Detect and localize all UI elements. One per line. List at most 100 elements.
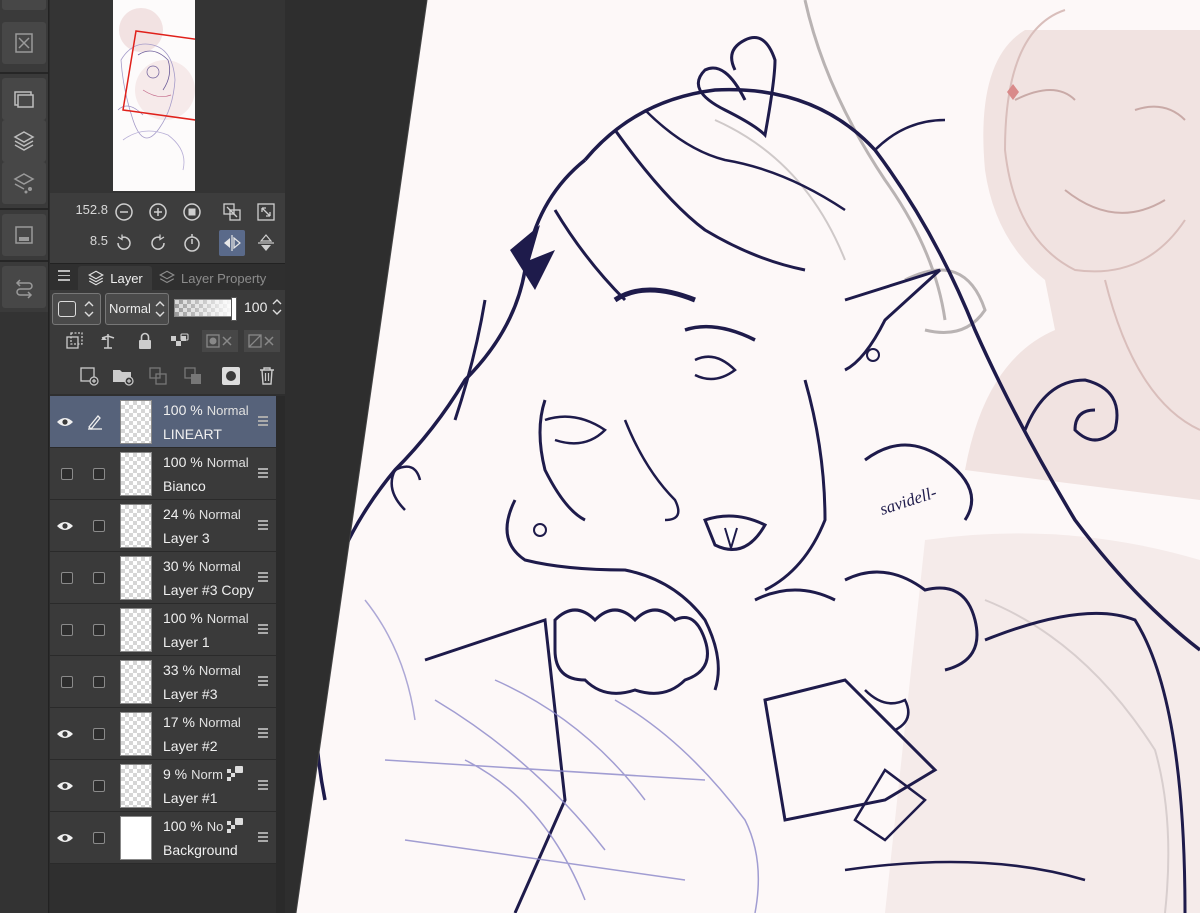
visibility-checkbox[interactable]: [61, 468, 73, 480]
ruler-enable-icon[interactable]: [244, 330, 280, 352]
layer-name: LINEART: [163, 426, 222, 442]
edit-target-checkbox[interactable]: [93, 520, 105, 532]
layer-color-selector[interactable]: [52, 293, 101, 325]
toolstrip-top-button[interactable]: [2, 0, 46, 10]
layer-opacity: 17 %: [163, 714, 195, 730]
navigator-thumbnail[interactable]: [113, 0, 195, 191]
tab-layer[interactable]: Layer: [78, 266, 152, 290]
layer-property-icon[interactable]: [2, 162, 46, 204]
visibility-checkbox[interactable]: [61, 624, 73, 636]
layer-opacity-mode: 100 % Normal: [163, 402, 249, 418]
tab-layer-property[interactable]: Layer Property: [158, 266, 282, 290]
layer-row[interactable]: 100 % Normal Layer 1: [50, 604, 276, 656]
zoom-value[interactable]: 152.8: [58, 202, 108, 217]
layer-thumbnail: [120, 504, 152, 548]
opacity-stepper-icon[interactable]: [271, 296, 283, 318]
merge-down-icon[interactable]: [182, 365, 204, 387]
material-icon[interactable]: [2, 214, 46, 256]
navigator-controls: 152.8 8.5: [50, 193, 285, 264]
new-raster-layer-icon[interactable]: [78, 365, 100, 387]
visibility-eye-icon[interactable]: [56, 725, 74, 743]
layer-name: Layer #1: [163, 790, 218, 806]
layer-opacity-mode: 33 % Normal: [163, 662, 241, 678]
zoom-in-icon[interactable]: [145, 199, 171, 225]
layer-opacity-mode: 9 % Norm: [163, 766, 223, 782]
layer-name: Layer 1: [163, 634, 210, 650]
close-doc-icon[interactable]: [2, 22, 46, 64]
visibility-eye-icon[interactable]: [56, 777, 74, 795]
drawing-canvas[interactable]: savidell-: [285, 0, 1200, 913]
layer-name: Layer #3: [163, 686, 218, 702]
layer-row[interactable]: 30 % Normal Layer #3 Copy: [50, 552, 276, 604]
lock-transparency-icon[interactable]: [169, 330, 191, 352]
pen-edit-icon[interactable]: [86, 412, 104, 435]
reset-rotation-icon[interactable]: [179, 230, 205, 256]
layer-name: Layer 3: [163, 530, 210, 546]
clip-to-layer-below-icon[interactable]: [64, 330, 86, 352]
fit-icon[interactable]: [219, 199, 245, 225]
layer-opacity-mode: 17 % Normal: [163, 714, 241, 730]
edit-target-checkbox[interactable]: [93, 780, 105, 792]
transfer-to-lower-layer-icon[interactable]: [147, 365, 169, 387]
layer-property-tab-icon: [159, 270, 175, 284]
opacity-value[interactable]: 100: [244, 299, 267, 315]
panel-tabs: Layer Layer Property: [50, 266, 285, 290]
layer-blend-mode: Normal: [206, 611, 249, 626]
layer-menu-icon[interactable]: [258, 728, 268, 740]
layer-row[interactable]: 33 % Normal Layer #3: [50, 656, 276, 708]
layers-icon[interactable]: [2, 120, 46, 162]
lock-icon[interactable]: [134, 330, 156, 352]
visibility-eye-icon[interactable]: [56, 413, 74, 431]
fullscreen-icon[interactable]: [253, 199, 279, 225]
delete-layer-icon[interactable]: [256, 365, 278, 387]
flip-vertical-icon[interactable]: [253, 230, 279, 256]
edit-target-checkbox[interactable]: [93, 728, 105, 740]
zoom-out-icon[interactable]: [111, 199, 137, 225]
rotation-value[interactable]: 8.5: [58, 233, 108, 248]
layer-menu-icon[interactable]: [258, 832, 268, 844]
layer-row[interactable]: 100 % No Background: [50, 812, 276, 864]
edit-target-checkbox[interactable]: [93, 832, 105, 844]
layer-menu-icon[interactable]: [258, 624, 268, 636]
edit-target-checkbox[interactable]: [93, 624, 105, 636]
rotate-right-icon[interactable]: [145, 230, 171, 256]
chevron-updown-icon: [84, 301, 94, 317]
layer-menu-icon[interactable]: [258, 780, 268, 792]
layer-blend-mode: Normal: [206, 455, 249, 470]
layer-menu-icon[interactable]: [258, 572, 268, 584]
edit-target-checkbox[interactable]: [93, 572, 105, 584]
panel-menu-icon[interactable]: [58, 270, 70, 281]
edit-target-checkbox[interactable]: [93, 468, 105, 480]
layer-row[interactable]: 100 % Normal LINEART: [50, 396, 276, 448]
layer-name: Background: [163, 842, 238, 858]
visibility-checkbox[interactable]: [61, 572, 73, 584]
layer-row[interactable]: 17 % Normal Layer #2: [50, 708, 276, 760]
opacity-slider[interactable]: [174, 297, 237, 321]
layer-row[interactable]: 100 % Normal Bianco: [50, 448, 276, 500]
visibility-eye-icon[interactable]: [56, 829, 74, 847]
layer-list-scrollbar[interactable]: [276, 396, 285, 913]
mask-enable-icon[interactable]: [202, 330, 238, 352]
blend-mode-select[interactable]: Normal: [105, 293, 169, 325]
layer-row[interactable]: 9 % Norm Layer #1: [50, 760, 276, 812]
visibility-eye-icon[interactable]: [56, 517, 74, 535]
reference-layer-icon[interactable]: [97, 330, 119, 352]
create-mask-icon[interactable]: [220, 365, 242, 387]
rotate-left-icon[interactable]: [111, 230, 137, 256]
flip-horizontal-icon[interactable]: [219, 230, 245, 256]
new-folder-icon[interactable]: [112, 365, 134, 387]
sub-view-icon[interactable]: [2, 78, 46, 120]
layer-menu-icon[interactable]: [258, 676, 268, 688]
history-icon[interactable]: [2, 266, 46, 308]
edit-target-checkbox[interactable]: [93, 676, 105, 688]
layer-thumbnail: [120, 556, 152, 600]
layer-menu-icon[interactable]: [258, 416, 268, 428]
layer-menu-icon[interactable]: [258, 468, 268, 480]
layer-opacity-mode: 100 % Normal: [163, 610, 249, 626]
lock-transparency-icon: [226, 817, 244, 838]
visibility-checkbox[interactable]: [61, 676, 73, 688]
reset-zoom-icon[interactable]: [179, 199, 205, 225]
layer-blend-mode: Normal: [198, 559, 241, 574]
layer-row[interactable]: 24 % Normal Layer 3: [50, 500, 276, 552]
layer-menu-icon[interactable]: [258, 520, 268, 532]
